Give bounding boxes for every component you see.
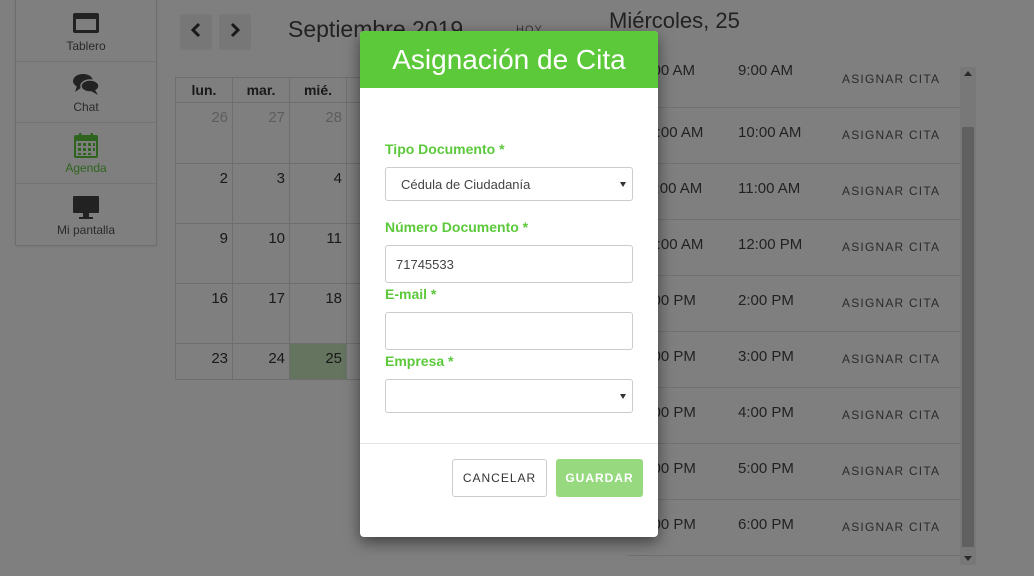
document-type-label: Tipo Documento * (385, 141, 505, 157)
document-number-label: Número Documento * (385, 219, 529, 235)
company-select[interactable] (385, 379, 633, 413)
dropdown-caret-icon (620, 182, 626, 187)
dialog-divider (360, 443, 658, 444)
appointment-dialog: Asignación de Cita Tipo Documento * Cédu… (360, 31, 658, 537)
dropdown-caret-icon (620, 394, 626, 399)
document-number-input[interactable]: 71745533 (385, 245, 633, 283)
company-label: Empresa * (385, 353, 454, 369)
email-label: E-mail * (385, 286, 437, 302)
dialog-header: Asignación de Cita (360, 31, 658, 88)
dialog-title: Asignación de Cita (392, 43, 626, 75)
document-type-select[interactable]: Cédula de Ciudadanía (385, 167, 633, 201)
document-type-value: Cédula de Ciudadanía (401, 176, 531, 192)
cancel-button[interactable]: CANCELAR (452, 459, 547, 497)
save-button[interactable]: GUARDAR (556, 459, 643, 497)
email-input[interactable] (385, 312, 633, 350)
document-number-value: 71745533 (396, 256, 454, 272)
